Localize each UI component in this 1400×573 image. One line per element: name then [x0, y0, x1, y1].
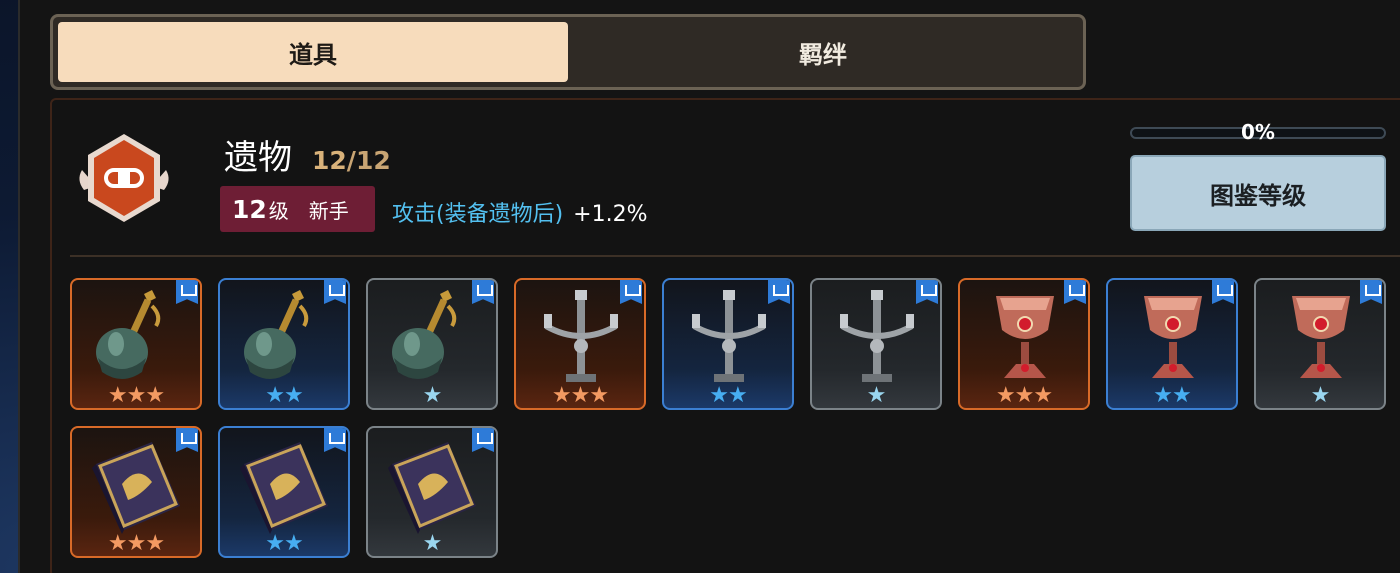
tab-bonds[interactable]: 羁绊	[568, 22, 1078, 82]
tab-bar: 道具 羁绊	[50, 14, 1086, 90]
relic-slot[interactable]: ★★★	[958, 278, 1090, 410]
relic-slot[interactable]: ★★★	[70, 426, 202, 558]
chalice-icon	[1266, 286, 1376, 390]
star-rating: ★★	[265, 383, 303, 408]
relic-emblem-icon	[79, 134, 169, 222]
bell-icon	[378, 286, 488, 390]
star-rating: ★★★	[107, 531, 165, 556]
level-rank: 新手	[308, 198, 349, 223]
candelabra-icon	[674, 286, 784, 390]
relic-slot[interactable]: ★★	[1106, 278, 1238, 410]
bell-icon	[82, 286, 192, 390]
tab-items[interactable]: 道具	[58, 22, 568, 82]
relic-slot[interactable]: ★	[366, 426, 498, 558]
candelabra-icon	[822, 286, 932, 390]
star-rating: ★	[422, 531, 443, 556]
divider	[70, 255, 1400, 257]
bell-icon	[230, 286, 340, 390]
relic-panel: 遗物 12/12 12 级 新手 攻击(装备遗物后) +1.2% 0% 图鉴等级 …	[50, 98, 1400, 573]
codex-progress-label: 0%	[1241, 120, 1275, 144]
count-max: 12	[355, 146, 391, 175]
star-rating: ★★★	[995, 383, 1053, 408]
level-badge: 12 级 新手	[220, 186, 375, 232]
relic-title-row: 遗物 12/12	[224, 130, 391, 179]
bonus-value: +1.2%	[573, 202, 648, 227]
level-unit: 级	[268, 198, 289, 223]
star-rating: ★	[422, 383, 443, 408]
count-separator: /	[346, 146, 356, 175]
star-rating: ★★★	[551, 383, 609, 408]
tome-icon	[378, 434, 488, 538]
chalice-icon	[970, 286, 1080, 390]
star-rating: ★★	[265, 531, 303, 556]
star-rating: ★★	[709, 383, 747, 408]
relic-slot[interactable]: ★	[1254, 278, 1386, 410]
level-number: 12	[232, 194, 267, 224]
chalice-icon	[1118, 286, 1228, 390]
collection-window: 道具 羁绊 遗物 12/12 12 级 新手 攻击(装备遗物后) +1.2% 0%	[18, 0, 1400, 573]
collection-count: 12/12	[312, 146, 391, 175]
relic-slot[interactable]: ★	[810, 278, 942, 410]
tome-icon	[82, 434, 192, 538]
star-rating: ★★★	[107, 383, 165, 408]
bonus-attribute: 攻击(装备遗物后)	[392, 202, 564, 227]
relic-slot[interactable]: ★★	[218, 278, 350, 410]
star-rating: ★	[866, 383, 887, 408]
bonus-stat: 攻击(装备遗物后) +1.2%	[392, 196, 648, 228]
relic-slot[interactable]: ★★★	[514, 278, 646, 410]
star-rating: ★	[1310, 383, 1331, 408]
count-current: 12	[312, 146, 347, 175]
star-rating: ★★	[1153, 383, 1191, 408]
relic-slot[interactable]: ★	[366, 278, 498, 410]
relic-slot[interactable]: ★★	[662, 278, 794, 410]
codex-level-button[interactable]: 图鉴等级	[1130, 155, 1386, 231]
tome-icon	[230, 434, 340, 538]
relic-slot[interactable]: ★★	[218, 426, 350, 558]
page-title: 遗物	[224, 138, 292, 178]
relic-slot[interactable]: ★★★	[70, 278, 202, 410]
candelabra-icon	[526, 286, 636, 390]
